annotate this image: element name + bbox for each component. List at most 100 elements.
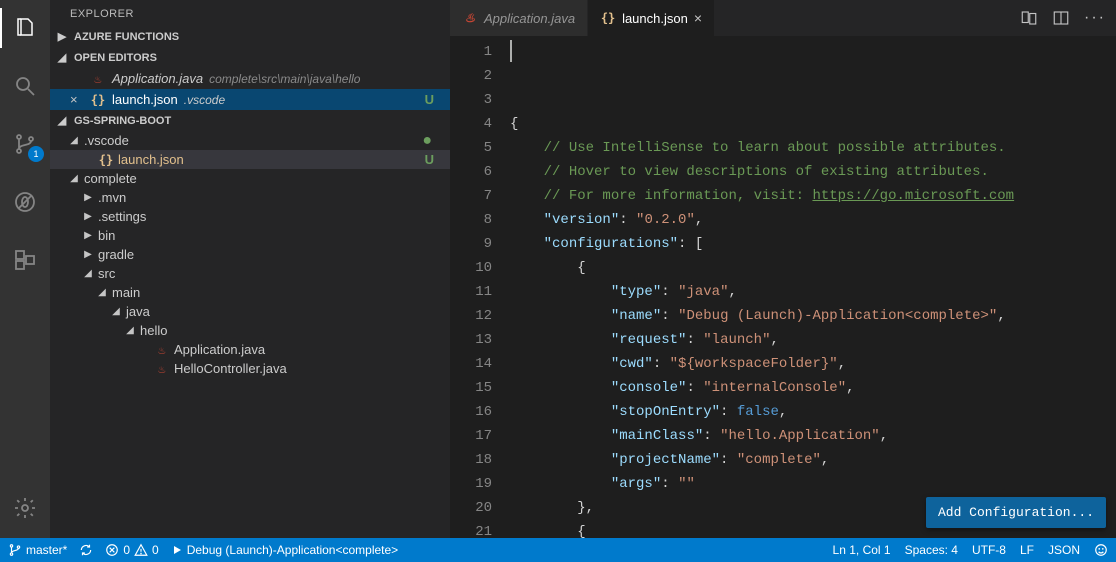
chevron-down-icon: ◢ [54,51,70,64]
tree-item-label: launch.json [118,152,184,167]
spacer [138,344,150,355]
search-icon [13,74,37,98]
close-icon[interactable]: × [694,10,702,26]
tree-file[interactable]: ♨Application.java [50,340,450,359]
no-bug-icon [13,190,37,214]
open-editor-name: Application.java [112,71,203,86]
tree-folder[interactable]: ◢ hello [50,321,450,340]
line-gutter: 123456789101112131415161718192021 [450,36,510,538]
java-icon: ♨ [90,72,106,86]
status-feedback[interactable] [1094,543,1108,557]
tabs-bar: ♨ Application.java {} launch.json × ··· [450,0,1116,36]
close-icon[interactable]: × [70,92,84,107]
tree-item-label: Application.java [174,342,265,357]
code-content[interactable]: { // Use IntelliSense to learn about pos… [510,36,1116,538]
error-count: 0 [123,543,130,557]
warning-icon [134,543,148,557]
activity-search[interactable] [0,66,50,106]
tree-file[interactable]: ♨HelloController.java [50,359,450,378]
tree-folder[interactable]: ◢complete [50,169,450,188]
more-icon[interactable]: ··· [1084,9,1106,27]
extensions-icon [13,248,37,272]
activity-scm[interactable]: 1 [0,124,50,164]
open-editor-item[interactable]: ♨ Application.java complete\src\main\jav… [50,68,450,89]
file-tree: ◢.vscode● {}launch.jsonU◢complete▶.mvn▶.… [50,131,450,378]
chevron-right-icon: ▶ [82,211,94,222]
gear-icon [13,496,37,520]
sync-icon [79,543,93,557]
chevron-down-icon: ◢ [110,306,122,317]
section-project[interactable]: ◢ GS-SPRING-BOOT [50,110,450,131]
chevron-down-icon: ◢ [96,287,108,298]
tree-item-label: gradle [98,247,134,262]
status-run-target[interactable]: Debug (Launch)-Application<complete> [171,543,398,557]
tree-folder[interactable]: ◢ .vscode ● [50,131,450,150]
tree-item-label: .vscode [84,133,129,148]
editor-body[interactable]: 123456789101112131415161718192021 { // U… [450,36,1116,538]
tree-item-label: bin [98,228,115,243]
status-spaces[interactable]: Spaces: 4 [905,543,958,557]
editor-area: ♨ Application.java {} launch.json × ··· … [450,0,1116,538]
chevron-down-icon: ◢ [124,325,136,336]
tab-launch-json[interactable]: {} launch.json × [588,0,715,36]
tree-folder[interactable]: ▶ bin [50,226,450,245]
tab-label: Application.java [484,11,575,26]
tab-label: launch.json [622,11,688,26]
section-open-editors[interactable]: ◢ OPEN EDITORS [50,47,450,68]
json-icon: {} [90,93,106,107]
compare-icon[interactable] [1020,9,1038,27]
status-position[interactable]: Ln 1, Col 1 [833,543,891,557]
activity-extensions[interactable] [0,240,50,280]
spacer [82,154,94,165]
status-eol[interactable]: LF [1020,543,1034,557]
cursor [510,40,512,62]
add-configuration-button[interactable]: Add Configuration... [926,497,1106,528]
tree-item-label: main [112,285,140,300]
tree-item-label: src [98,266,115,281]
explorer-sidebar: EXPLORER ▶ AZURE FUNCTIONS ◢ OPEN EDITOR… [50,0,450,538]
chevron-down-icon: ◢ [54,114,70,127]
open-editor-item[interactable]: × {} launch.json .vscode U [50,89,450,110]
branch-name: master* [26,543,67,557]
tree-folder[interactable]: ◢src [50,264,450,283]
sidebar-title: EXPLORER [50,0,450,26]
tree-item-label: complete [84,171,137,186]
activity-explorer[interactable] [0,8,50,48]
tab-actions: ··· [1010,0,1116,36]
status-encoding[interactable]: UTF-8 [972,543,1006,557]
play-icon [171,544,183,556]
tree-folder[interactable]: ◢ main [50,283,450,302]
activity-bar: 1 [0,0,50,538]
status-sync[interactable] [79,543,93,557]
tree-item-label: .settings [98,209,146,224]
status-branch[interactable]: master* [8,543,67,557]
tree-item-label: hello [140,323,167,338]
tree-folder[interactable]: ▶ .settings [50,207,450,226]
java-icon: ♨ [154,362,170,376]
tree-folder[interactable]: ▶.mvn [50,188,450,207]
error-icon [105,543,119,557]
activity-debug[interactable] [0,182,50,222]
split-icon[interactable] [1052,9,1070,27]
section-azure[interactable]: ▶ AZURE FUNCTIONS [50,26,450,47]
files-icon [13,16,37,40]
java-icon: ♨ [462,11,478,25]
chevron-right-icon: ▶ [54,30,70,43]
tab-application-java[interactable]: ♨ Application.java [450,0,588,36]
scm-badge: 1 [28,146,44,162]
chevron-right-icon: ▶ [82,249,94,260]
chevron-down-icon: ◢ [68,135,80,146]
tree-file[interactable]: {}launch.jsonU [50,150,450,169]
section-label: GS-SPRING-BOOT [74,115,171,127]
modified-dot: ● [422,136,442,146]
warning-count: 0 [152,543,159,557]
tree-folder[interactable]: ◢java [50,302,450,321]
tree-folder[interactable]: ▶ gradle [50,245,450,264]
activity-settings[interactable] [0,488,50,528]
status-language[interactable]: JSON [1048,543,1080,557]
chevron-right-icon: ▶ [82,230,94,241]
status-bar: master* 0 0 Debug (Launch)-Application<c… [0,538,1116,562]
section-label: AZURE FUNCTIONS [74,31,179,43]
open-editor-path: complete\src\main\java\hello [209,72,360,86]
status-problems[interactable]: 0 0 [105,543,158,557]
